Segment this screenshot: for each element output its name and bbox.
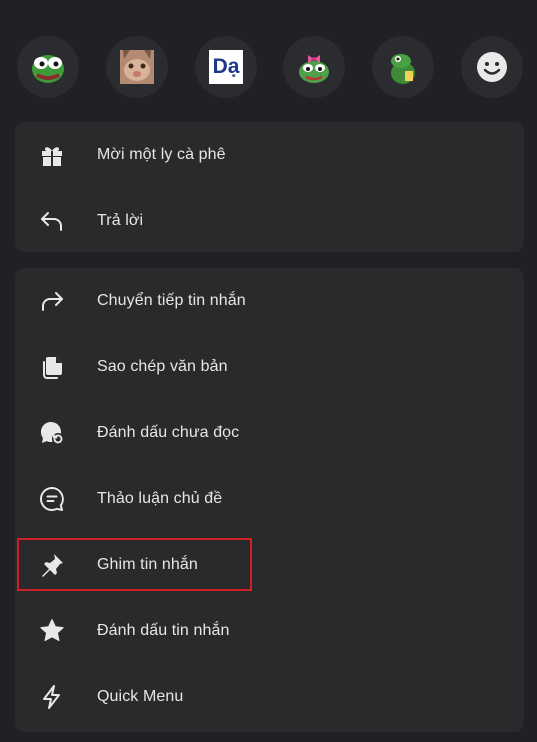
menu-item-label: Chuyển tiếp tin nhắn <box>97 292 246 309</box>
thread-icon <box>37 484 67 514</box>
reaction-bar: Dạ <box>17 36 523 100</box>
menu-item-label: Quick Menu <box>97 688 184 705</box>
menu-card-secondary: Chuyển tiếp tin nhắn Sao chép văn bản Đá… <box>15 268 524 732</box>
frog-sticker[interactable] <box>372 36 434 98</box>
menu-item-forward[interactable]: Chuyển tiếp tin nhắn <box>15 271 524 331</box>
da-sticker-text: Dạ <box>212 55 240 78</box>
reply-icon <box>37 206 67 236</box>
mark-unread-icon <box>37 418 67 448</box>
menu-item-label: Đánh dấu tin nhắn <box>97 622 230 639</box>
smiley-icon[interactable] <box>461 36 523 98</box>
menu-item-reply[interactable]: Trả lời <box>15 191 524 251</box>
menu-item-label: Thảo luận chủ đề <box>97 490 223 507</box>
menu-item-label: Đánh dấu chưa đọc <box>97 424 240 441</box>
star-icon <box>37 616 67 646</box>
menu-item-mark-unread[interactable]: Đánh dấu chưa đọc <box>15 403 524 463</box>
pepe-bow-sticker[interactable] <box>283 36 345 98</box>
da-sticker[interactable]: Dạ <box>195 36 257 98</box>
cat-face-sticker[interactable] <box>106 36 168 98</box>
menu-item-label: Trả lời <box>97 212 144 229</box>
forward-icon <box>37 286 67 316</box>
menu-item-label: Ghim tin nhắn <box>97 556 198 573</box>
bolt-icon <box>37 682 67 712</box>
menu-item-quick-menu[interactable]: Quick Menu <box>15 667 524 727</box>
menu-item-pin[interactable]: Ghim tin nhắn <box>15 535 524 595</box>
pepe-frog-sticker[interactable] <box>17 36 79 98</box>
pin-icon <box>37 550 67 580</box>
menu-card-primary: Mời một ly cà phê Trả lời <box>15 122 524 252</box>
copy-icon <box>37 352 67 382</box>
menu-item-label: Mời một ly cà phê <box>97 146 226 163</box>
gift-icon <box>37 140 67 170</box>
menu-item-star[interactable]: Đánh dấu tin nhắn <box>15 601 524 661</box>
menu-item-coffee[interactable]: Mời một ly cà phê <box>15 125 524 185</box>
menu-item-copy[interactable]: Sao chép văn bản <box>15 337 524 397</box>
menu-item-label: Sao chép văn bản <box>97 358 228 375</box>
menu-item-thread[interactable]: Thảo luận chủ đề <box>15 469 524 529</box>
